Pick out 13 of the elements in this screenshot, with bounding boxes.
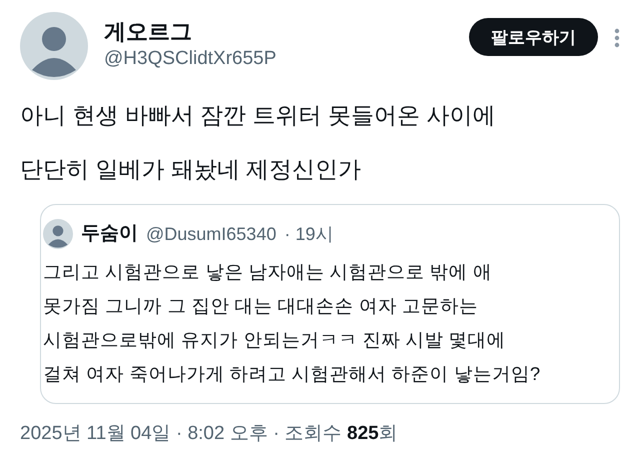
- quoted-tweet[interactable]: 두숨이 @DusumI65340 · 19시 그리고 시험관으로 낳은 남자애는 시험관으로 밖에 애 못가짐 그니까 그 집안 대는 대대손손 여자 고문하는 시험관으로밖에 유지가 안되는거ㅋㅋ 진짜 시발 몇대에 걸쳐 여자 죽어나가게 하려고 시험관해서 하준이 낳는거임?: [40, 204, 620, 404]
- quoted-author-handle: @DusumI65340: [146, 222, 276, 246]
- avatar: [20, 12, 88, 80]
- author-name[interactable]: 게오르그: [104, 18, 469, 46]
- follow-button[interactable]: 팔로우하기: [469, 18, 598, 56]
- author-handle[interactable]: @H3QSClidtXr655P: [104, 46, 469, 72]
- quoted-time: · 19시: [284, 222, 334, 246]
- more-icon[interactable]: [614, 28, 620, 48]
- quoted-text: 그리고 시험관으로 낳은 남자애는 시험관으로 밖에 애 못가짐 그니까 그 집안 대는 대대손손 여자 고문하는 시험관으로밖에 유지가 안되는거ㅋㅋ 진짜 시발 몇대에 걸쳐 여자 죽어나가게 하려고 시험관해서 하준이 낳는거임?: [43, 260, 542, 386]
- quoted-avatar: [43, 219, 73, 249]
- quoted-author-name: 두숨이: [81, 222, 138, 246]
- tweet-text: 아니 현생 바빠서 잠깐 트위터 못들어온 사이에 단단히 일베가 돼놨네 제정신인가: [20, 101, 496, 184]
- tweet-meta: 2025년 11월 04일 · 8:02 오후 · 조회수 825회: [20, 422, 399, 446]
